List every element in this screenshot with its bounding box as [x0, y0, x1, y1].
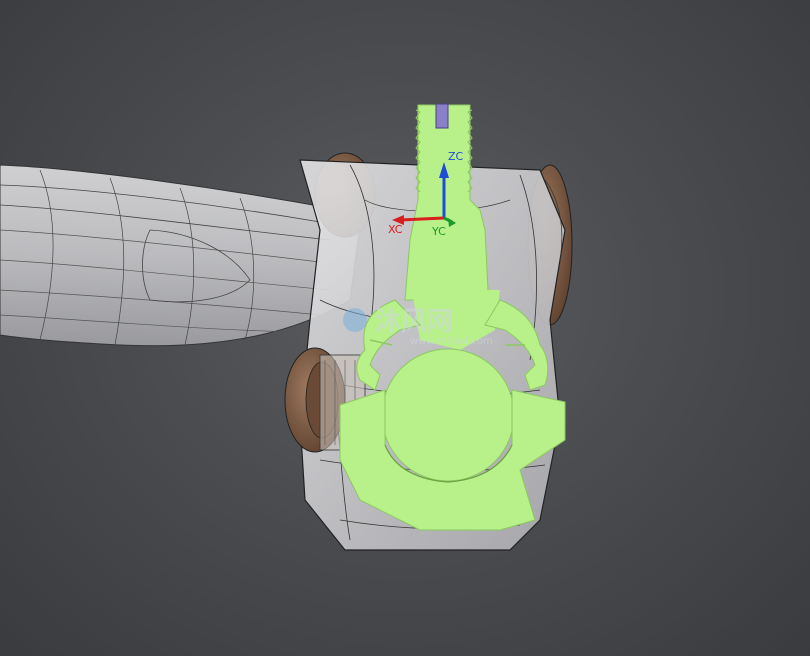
control-arm[interactable] [0, 164, 361, 347]
model-canvas[interactable]: 沐风网 www.mfcad.com ZC XC YC [0, 0, 810, 656]
hex-socket [435, 103, 449, 129]
watermark-title: 沐风网 [375, 307, 453, 337]
x-axis-label: XC [388, 223, 403, 236]
x-axis-line [399, 216, 445, 222]
z-axis-label: ZC [448, 150, 464, 163]
watermark-url: www.mfcad.com [410, 336, 493, 347]
cad-3d-viewport[interactable]: 沐风网 www.mfcad.com ZC XC YC [0, 0, 810, 656]
y-axis-label: YC [431, 225, 446, 238]
